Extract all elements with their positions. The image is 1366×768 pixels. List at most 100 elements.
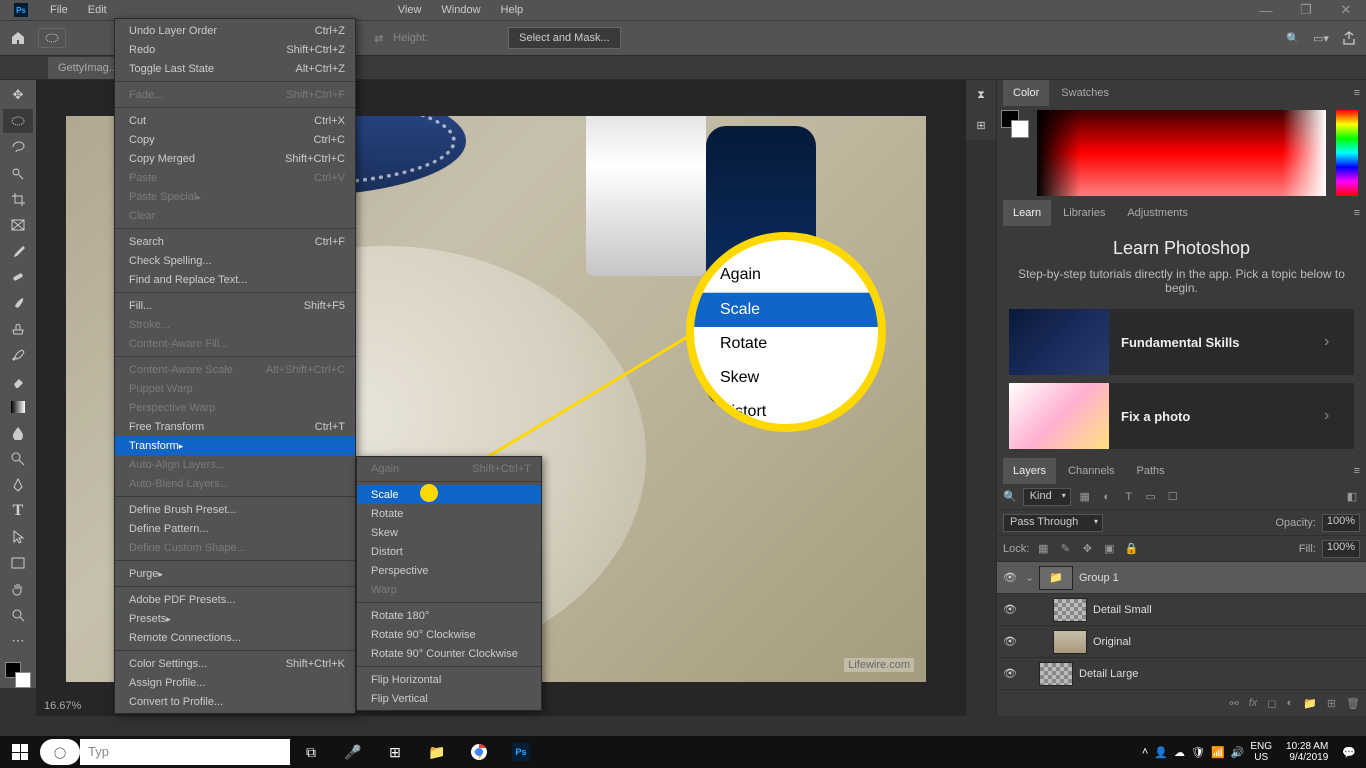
menu-item-remote-connections-[interactable]: Remote Connections... (115, 628, 355, 647)
eyedropper-tool[interactable] (3, 239, 33, 263)
menu-item-assign-profile-[interactable]: Assign Profile... (115, 673, 355, 692)
menu-item-define-custom-shape-[interactable]: Define Custom Shape... (115, 538, 355, 557)
mask-icon[interactable]: ◻ (1267, 697, 1276, 710)
search-box[interactable]: Typ (80, 739, 290, 765)
menu-item-check-spelling-[interactable]: Check Spelling... (115, 251, 355, 270)
layer-group[interactable]: 👁 ⌄ 📁 Group 1 (997, 562, 1366, 594)
zoom-level[interactable]: 16.67% (44, 700, 81, 712)
filter-toggle[interactable]: ◧ (1344, 490, 1360, 503)
menu-item-presets[interactable]: Presets (115, 609, 355, 628)
menu-item-perspective-warp[interactable]: Perspective Warp (115, 398, 355, 417)
transform-skew[interactable]: Skew (357, 523, 541, 542)
filter-smart-icon[interactable]: ☐ (1165, 490, 1181, 503)
opacity-value[interactable]: 100% (1322, 514, 1360, 532)
tray-language[interactable]: ENGUS (1250, 741, 1272, 763)
menu-help[interactable]: Help (491, 0, 534, 20)
link-layers-icon[interactable]: ⚯ (1230, 697, 1239, 710)
transform-scale[interactable]: Scale (357, 485, 541, 504)
filter-adjust-icon[interactable]: ◐ (1099, 491, 1115, 503)
workspace-icon[interactable]: ▭▾ (1312, 29, 1330, 47)
lock-position-icon[interactable]: ✥ (1079, 542, 1095, 555)
menu-item-transform[interactable]: Transform (115, 436, 355, 455)
tray-clock[interactable]: 10:28 AM9/4/2019 (1278, 741, 1336, 763)
tray-volume-icon[interactable]: 🔊 (1231, 746, 1245, 759)
swap-icon[interactable]: ⇄ (374, 32, 383, 45)
tray-network-icon[interactable]: 📶 (1211, 746, 1225, 759)
tab-paths[interactable]: Paths (1127, 458, 1175, 484)
tray-onedrive-icon[interactable]: ☁ (1174, 746, 1185, 759)
lock-all-icon[interactable]: 🔒 (1123, 542, 1139, 555)
tray-notifications-icon[interactable]: 💬 (1342, 746, 1356, 759)
menu-item-color-settings-[interactable]: Color Settings...Shift+Ctrl+K (115, 654, 355, 673)
transform-rotate-clockwise[interactable]: Rotate 90° Clockwise (357, 625, 541, 644)
brush-tool[interactable] (3, 291, 33, 315)
history-brush-tool[interactable] (3, 343, 33, 367)
menu-item-content-aware-fill-[interactable]: Content-Aware Fill... (115, 334, 355, 353)
crop-tool[interactable] (3, 187, 33, 211)
blur-tool[interactable] (3, 421, 33, 445)
panel-menu-icon[interactable]: ≡ (1354, 87, 1360, 99)
dodge-tool[interactable] (3, 447, 33, 471)
visibility-icon[interactable]: 👁 (1003, 571, 1025, 584)
menu-item-adobe-pdf-presets-[interactable]: Adobe PDF Presets... (115, 590, 355, 609)
transform-flip-horizontal[interactable]: Flip Horizontal (357, 670, 541, 689)
menu-item-find-and-replace-text-[interactable]: Find and Replace Text... (115, 270, 355, 289)
healing-tool[interactable] (3, 265, 33, 289)
minimize-button[interactable]: — (1246, 0, 1286, 20)
adjustment-icon[interactable]: ◐ (1286, 697, 1293, 709)
learn-card-fundamental[interactable]: Fundamental Skills › (1009, 309, 1354, 375)
edit-toolbar[interactable]: ⋯ (3, 629, 33, 653)
fill-value[interactable]: 100% (1322, 540, 1360, 558)
menu-item-copy[interactable]: CopyCtrl+C (115, 130, 355, 149)
menu-item-cut[interactable]: CutCtrl+X (115, 111, 355, 130)
blend-mode-select[interactable]: Pass Through (1003, 514, 1103, 532)
menu-item-search[interactable]: SearchCtrl+F (115, 232, 355, 251)
move-tool[interactable]: ✥ (3, 83, 33, 107)
menu-item-auto-blend-layers-[interactable]: Auto-Blend Layers... (115, 474, 355, 493)
learn-card-fixphoto[interactable]: Fix a photo › (1009, 383, 1354, 449)
menu-view[interactable]: View (388, 0, 432, 20)
clone-tool[interactable] (3, 317, 33, 341)
menu-item-purge[interactable]: Purge (115, 564, 355, 583)
filter-pixel-icon[interactable]: ▦ (1077, 490, 1093, 503)
tab-learn[interactable]: Learn (1003, 200, 1051, 226)
lock-paint-icon[interactable]: ✎ (1057, 542, 1073, 555)
menu-item-auto-align-layers-[interactable]: Auto-Align Layers... (115, 455, 355, 474)
layer-item[interactable]: 👁 Detail Large (997, 658, 1366, 690)
group-icon[interactable]: 📁 (1303, 697, 1317, 710)
menu-item-redo[interactable]: RedoShift+Ctrl+Z (115, 40, 355, 59)
transform-warp[interactable]: Warp (357, 580, 541, 599)
file-explorer-icon[interactable]: 📁 (416, 736, 458, 768)
hand-tool[interactable] (3, 577, 33, 601)
menu-edit[interactable]: Edit (78, 0, 117, 20)
fx-icon[interactable]: fx (1249, 697, 1258, 709)
tool-preset[interactable] (38, 28, 66, 48)
tray-defender-icon[interactable]: 🛡 (1191, 746, 1205, 759)
taskview-icon[interactable]: ⧉ (290, 736, 332, 768)
visibility-icon[interactable]: 👁 (1003, 635, 1025, 648)
hue-strip[interactable] (1336, 110, 1358, 196)
menu-item-convert-to-profile-[interactable]: Convert to Profile... (115, 692, 355, 711)
color-panel[interactable] (997, 106, 1366, 200)
transform-rotate[interactable]: Rotate (357, 504, 541, 523)
menu-item-fade-[interactable]: Fade...Shift+Ctrl+F (115, 85, 355, 104)
select-and-mask-button[interactable]: Select and Mask... (508, 27, 621, 49)
marquee-tool[interactable] (3, 109, 33, 133)
zoom-tool[interactable] (3, 603, 33, 627)
tab-swatches[interactable]: Swatches (1051, 80, 1119, 106)
menu-item-copy-merged[interactable]: Copy MergedShift+Ctrl+C (115, 149, 355, 168)
lock-trans-icon[interactable]: ▦ (1035, 542, 1051, 555)
photoshop-taskbar-icon[interactable]: Ps (500, 736, 542, 768)
eraser-tool[interactable] (3, 369, 33, 393)
menu-item-puppet-warp[interactable]: Puppet Warp (115, 379, 355, 398)
color-spectrum[interactable] (1037, 110, 1326, 196)
filter-kind-select[interactable]: Kind (1023, 488, 1071, 506)
new-layer-icon[interactable]: ⊞ (1327, 697, 1336, 710)
menu-item-stroke-[interactable]: Stroke... (115, 315, 355, 334)
taskbar-app[interactable]: ⊞ (374, 736, 416, 768)
properties-icon[interactable]: ⊞ (976, 119, 985, 132)
visibility-icon[interactable]: 👁 (1003, 603, 1025, 616)
type-tool[interactable]: T (3, 499, 33, 523)
tray-chevron-icon[interactable]: ˄ (1142, 746, 1148, 758)
tab-layers[interactable]: Layers (1003, 458, 1056, 484)
